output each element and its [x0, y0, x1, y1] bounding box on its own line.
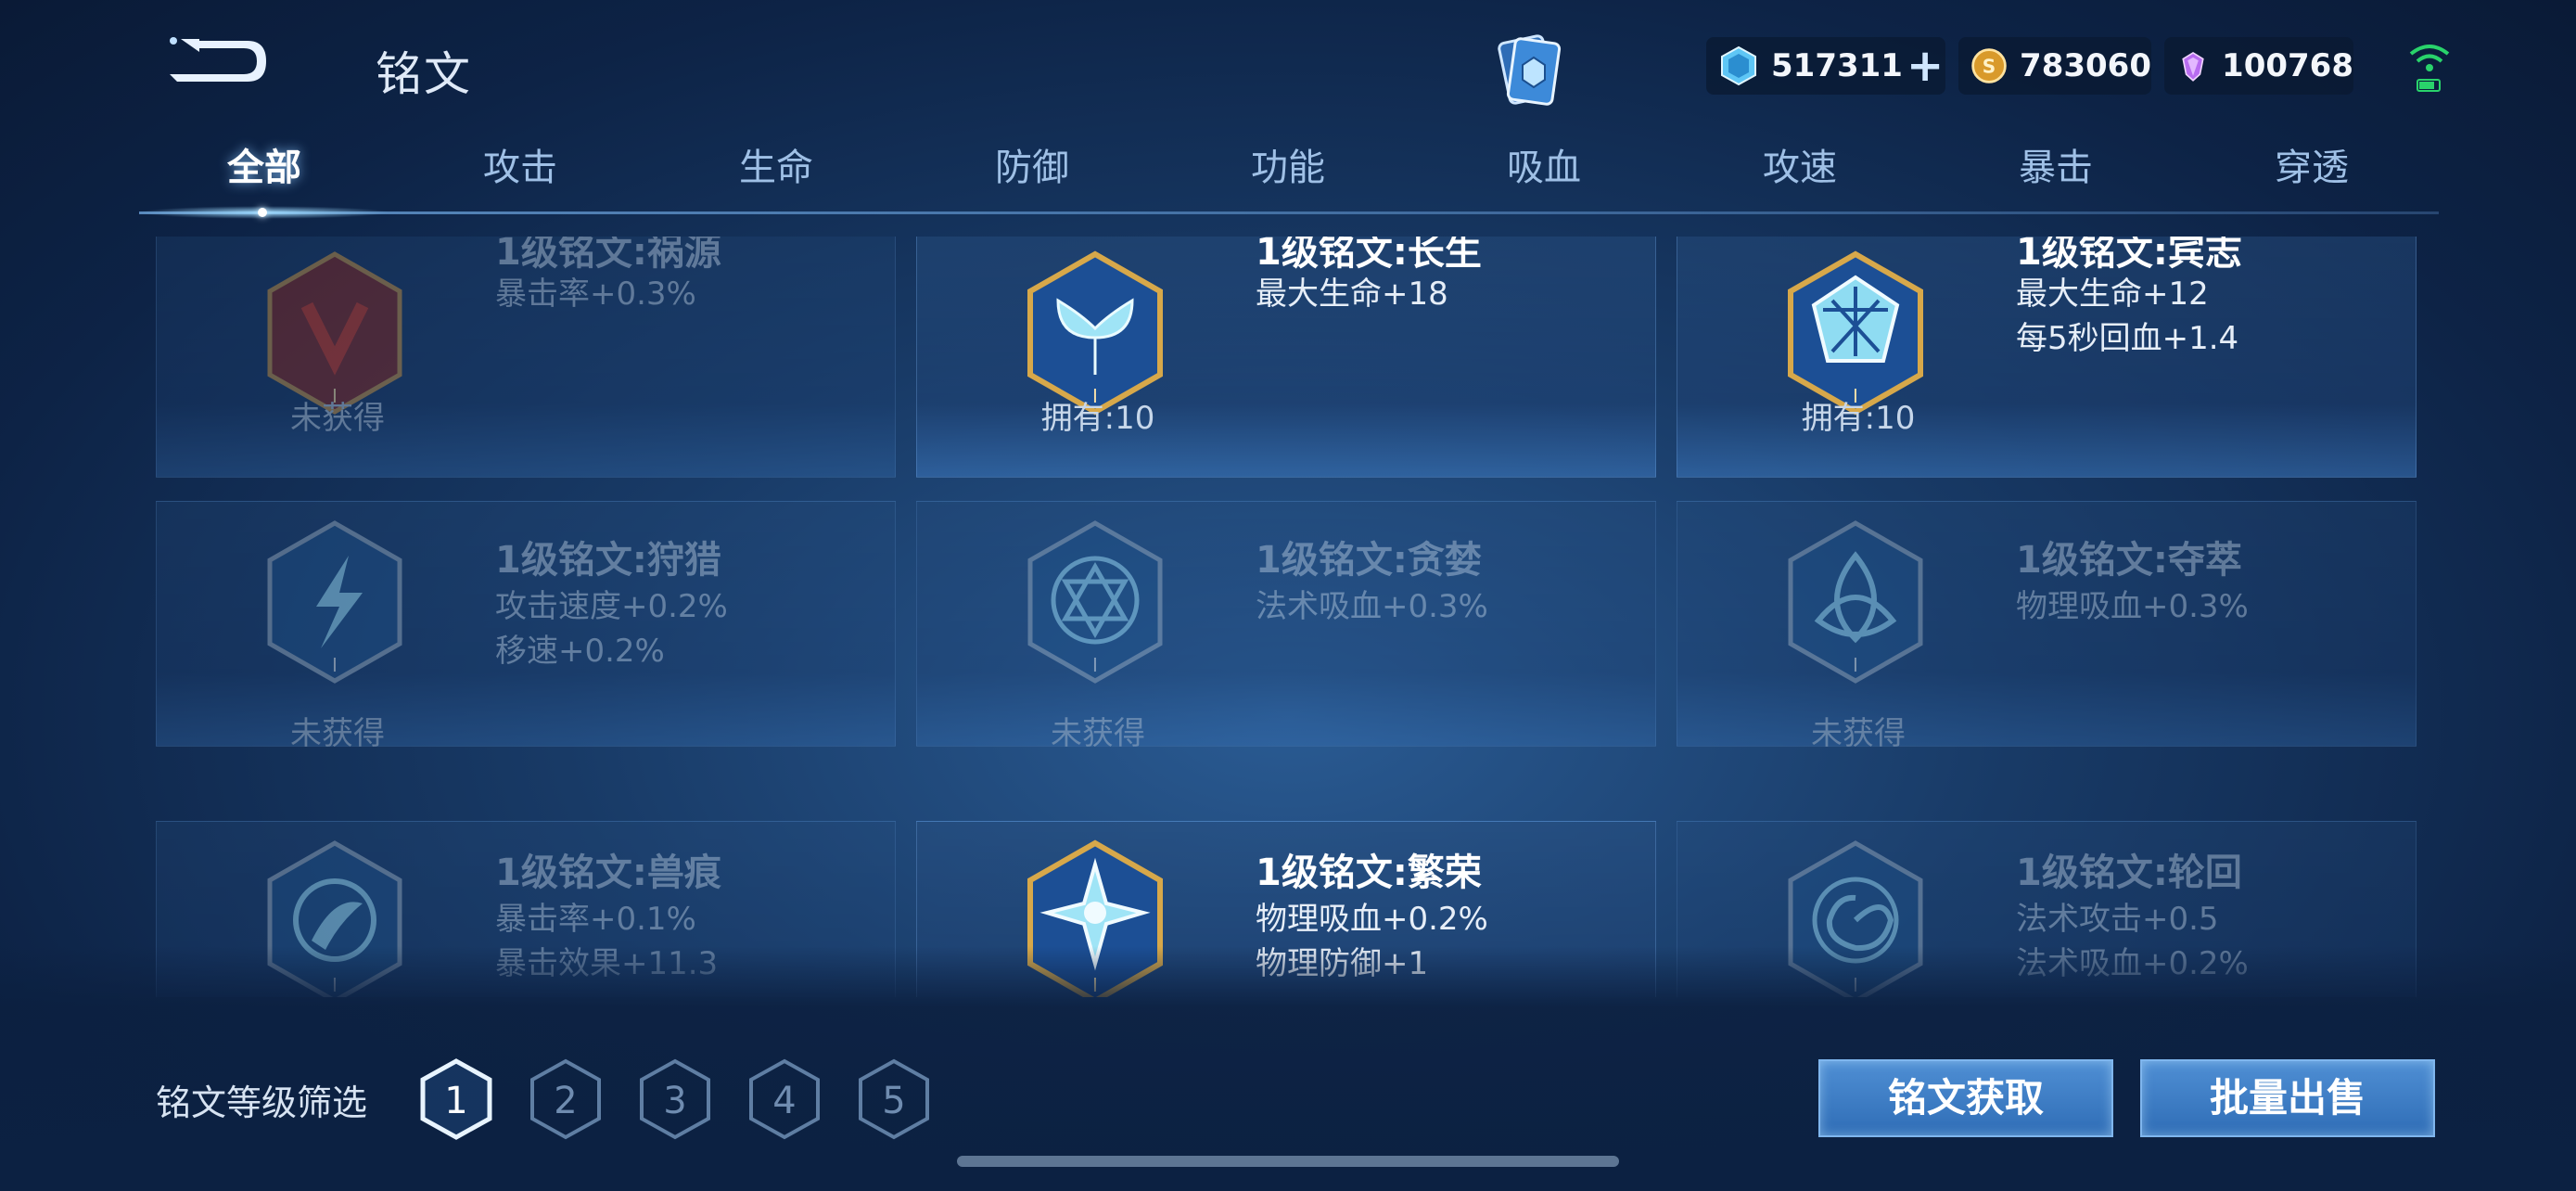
svg-text:S: S — [1983, 55, 1996, 77]
level-filter-2-label: 2 — [554, 1080, 577, 1122]
category-tabs: 全部 攻击 生命 防御 功能 吸血 攻速 暴击 穿透 — [139, 137, 2439, 211]
wifi-status-icon — [2409, 45, 2450, 92]
tab-lifesteal[interactable]: 吸血 — [1451, 137, 1637, 191]
active-tab-indicator — [258, 208, 267, 217]
gold-coin-icon: S — [1971, 48, 2007, 83]
rune-stat: 最大生命+12 — [2016, 275, 2209, 313]
tail-rune-icon: I — [1027, 250, 1163, 416]
svg-text:I: I — [332, 654, 338, 676]
rune-name: 1级铭文:兽痕 — [495, 852, 721, 894]
rune-card[interactable]: I 1级铭文:长生 最大生命+18 拥有:10 — [916, 237, 1656, 478]
rune-card[interactable]: I 1级铭文:狩猎 攻击速度+0.2% 移速+0.2% 未获得 — [156, 501, 896, 752]
page-title: 铭文 — [376, 47, 472, 101]
rune-stat: 法术攻击+0.5 — [2016, 901, 2219, 938]
diamond-gem-icon — [1721, 45, 1756, 86]
back-arrow-icon[interactable] — [162, 30, 274, 95]
rune-status: 未获得 — [1051, 715, 1145, 752]
claw-rune-icon: I — [267, 251, 402, 415]
rune-card[interactable]: I 1级铭文:贪婪 法术吸血+0.3% 未获得 — [916, 501, 1656, 752]
diamond-amount: 517311 — [1771, 47, 1903, 84]
bulk-sell-button[interactable]: 批量出售 — [2140, 1059, 2435, 1137]
rune-stat: 最大生命+18 — [1256, 275, 1448, 313]
tab-health[interactable]: 生命 — [683, 137, 869, 191]
rune-status: 未获得 — [1811, 715, 1906, 752]
add-diamond-button[interactable]: + — [1906, 44, 1944, 88]
tab-underline — [139, 211, 2439, 214]
rune-status: 未获得 — [290, 715, 385, 752]
tab-critical[interactable]: 暴击 — [1963, 137, 2149, 191]
currency-diamond: 517311 + — [1706, 37, 1945, 95]
rune-name: 1级铭文:贪婪 — [1256, 539, 1482, 582]
level-filter-1[interactable]: 1 — [419, 1057, 493, 1141]
rune-stat: 物理吸血+0.2% — [1256, 901, 1488, 938]
gold-amount: 783060 — [2020, 47, 2151, 84]
rune-status: 拥有:10 — [1801, 400, 1916, 437]
rune-stat: 暴击率+0.1% — [495, 901, 696, 938]
star-rune-icon: I — [1027, 520, 1163, 684]
currency-crystal: 100768 — [2164, 37, 2353, 95]
tab-attack-speed[interactable]: 攻速 — [1707, 137, 1893, 191]
rune-card[interactable]: I 1级铭文:宾志 最大生命+12 每5秒回血+1.4 拥有:10 — [1677, 237, 2417, 478]
tab-defense[interactable]: 防御 — [939, 137, 1125, 191]
rune-stat: 暴击率+0.3% — [495, 275, 696, 313]
rune-stat: 攻击速度+0.2% — [495, 588, 728, 625]
tab-penetration[interactable]: 穿透 — [2219, 137, 2404, 191]
tab-function[interactable]: 功能 — [1195, 137, 1381, 191]
level-filter-1-label: 1 — [444, 1080, 467, 1122]
level-filter-3-label: 3 — [663, 1080, 686, 1122]
level-filter-3[interactable]: 3 — [638, 1057, 712, 1141]
rune-card[interactable]: I 1级铭文:祸源 暴击率+0.3% 未获得 — [156, 237, 896, 478]
top-bar: 铭文 517311 + S 783060 100768 — [0, 0, 2576, 134]
level-filter-4[interactable]: 4 — [747, 1057, 822, 1141]
rune-name: 1级铭文:夺萃 — [2016, 539, 2242, 582]
currency-gold: S 783060 — [1958, 37, 2151, 95]
rune-grid: I 1级铭文:祸源 暴击率+0.3% 未获得 I 1级铭文:长生 最大生命+18… — [0, 237, 2576, 997]
rune-name: 1级铭文:繁荣 — [1256, 852, 1482, 894]
crystal-amount: 100768 — [2222, 47, 2353, 84]
acquire-rune-button[interactable]: 铭文获取 — [1818, 1059, 2113, 1137]
rune-stat: 物理吸血+0.3% — [2016, 588, 2249, 625]
level-filter-2[interactable]: 2 — [529, 1057, 603, 1141]
rune-card[interactable]: I 1级铭文:夺萃 物理吸血+0.3% 未获得 — [1677, 501, 2417, 752]
svg-text:I: I — [1853, 654, 1858, 676]
tab-attack[interactable]: 攻击 — [427, 137, 613, 191]
rune-name: 1级铭文:狩猎 — [495, 539, 721, 582]
rune-stat: 移速+0.2% — [495, 633, 665, 670]
rune-stat: 每5秒回血+1.4 — [2016, 320, 2239, 357]
crystal-rune-icon: I — [1788, 250, 1923, 416]
rune-status: 未获得 — [290, 400, 385, 437]
home-indicator[interactable] — [957, 1156, 1619, 1167]
level-filter-label: 铭文等级筛选 — [156, 1082, 368, 1123]
level-filter-4-label: 4 — [772, 1080, 796, 1122]
tab-all[interactable]: 全部 — [172, 137, 357, 191]
svg-text:I: I — [1092, 654, 1098, 676]
rune-deck-icon[interactable] — [1484, 28, 1572, 116]
rune-status: 拥有:10 — [1040, 400, 1155, 437]
level-filter-5-label: 5 — [882, 1080, 905, 1122]
level-filter-5[interactable]: 5 — [857, 1057, 931, 1141]
purple-crystal-icon — [2182, 51, 2204, 82]
rune-stat: 法术吸血+0.3% — [1256, 588, 1488, 625]
knot-rune-icon: I — [1788, 520, 1923, 684]
lightning-rune-icon: I — [267, 520, 402, 684]
rune-name: 1级铭文:轮回 — [2016, 852, 2242, 894]
